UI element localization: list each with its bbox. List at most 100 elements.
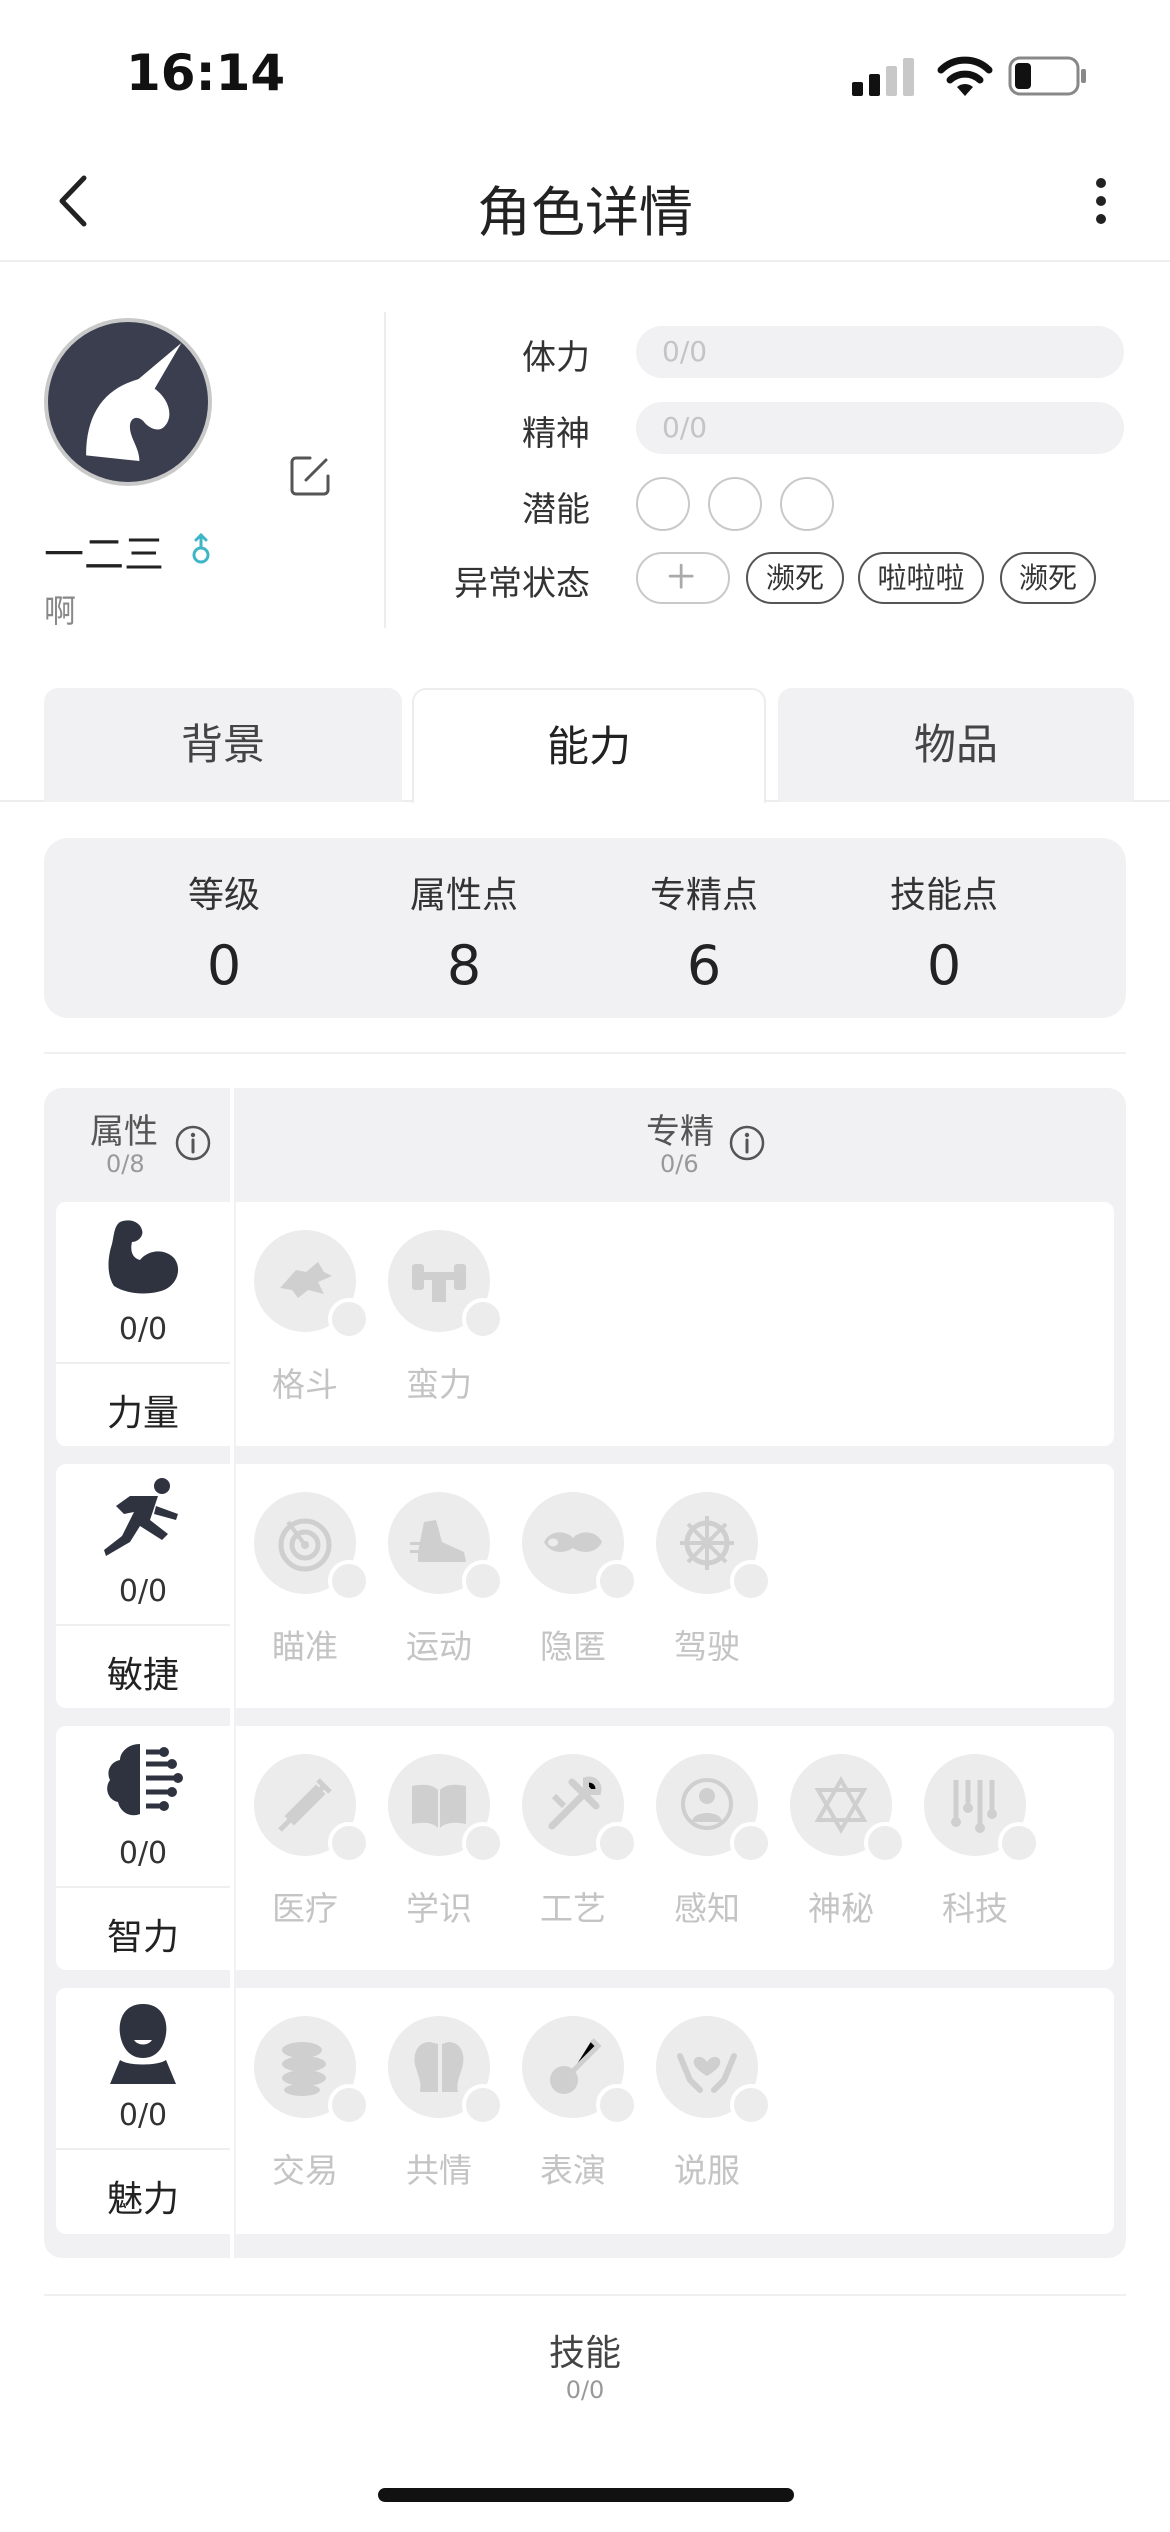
attribute-strength[interactable]: 0/0 力量 [56, 1202, 230, 1446]
skill-label: 驾驶 [674, 1627, 740, 1666]
skill-points-label: 技能点 [889, 875, 998, 916]
steering-wheel-icon [680, 1516, 734, 1570]
attribute-points-value: 8 [446, 934, 482, 997]
skill-fighting[interactable]: 格斗 [250, 1230, 370, 1404]
attribute-info-icon[interactable] [174, 1124, 212, 1162]
attribute-charisma[interactable]: 0/0 魅力 [56, 1988, 230, 2234]
level-value: 0 [206, 934, 242, 997]
avatar[interactable] [44, 318, 212, 486]
battery-icon [1008, 56, 1086, 96]
mask-icon [544, 1532, 602, 1552]
skill-athletics[interactable]: 运动 [384, 1492, 504, 1666]
tab-items[interactable]: 物品 [778, 688, 1134, 802]
intelligence-label: 智力 [106, 1917, 179, 1958]
syringe-icon [278, 1778, 332, 1832]
nav-bar: 角色详情 [0, 140, 1170, 262]
attribute-agility[interactable]: 0/0 敏捷 [56, 1464, 230, 1708]
muscle-icon [108, 1220, 179, 1294]
tab-background[interactable]: 背景 [44, 688, 402, 802]
spirit-label: 精神 [522, 414, 590, 454]
status-tag[interactable]: 啦啦啦 [858, 552, 984, 604]
strength-specialties: 格斗 蛮力 [236, 1202, 1114, 1446]
attribute-points-stat: 属性点 8 [374, 866, 554, 997]
skill-label: 工艺 [540, 1889, 606, 1928]
agility-specialties: 瞄准 运动 隐匿 驾驶 [236, 1464, 1114, 1708]
skill-brute-force[interactable]: 蛮力 [384, 1230, 504, 1404]
skill-label: 说服 [674, 2151, 740, 2190]
skill-craft[interactable]: 工艺 [518, 1754, 638, 1928]
more-options-icon[interactable] [1080, 164, 1124, 238]
skill-knowledge[interactable]: 学识 [384, 1754, 504, 1928]
runner-icon [104, 1478, 178, 1556]
charisma-value: 0/0 [118, 2098, 168, 2133]
heart-hands-icon [677, 2053, 737, 2093]
skill-empathy[interactable]: 共情 [384, 2016, 504, 2190]
page-title: 角色详情 [477, 181, 693, 244]
row-divider [56, 1362, 230, 1364]
add-status-button[interactable] [636, 552, 730, 604]
level-label: 等级 [187, 875, 260, 916]
unicorn-icon [86, 342, 182, 462]
intelligence-value: 0/0 [118, 1836, 168, 1871]
potential-label: 潜能 [522, 490, 590, 530]
attribute-grid: 属性 0/8 专精 0/6 0/0 力量 格斗 蛮力 0/0 敏捷 瞄准 运动 … [44, 1088, 1126, 2258]
section-divider [44, 2294, 1126, 2296]
character-description: 啊 [44, 592, 77, 630]
skill-label: 交易 [272, 2151, 338, 2190]
skills-section-title: 技能 [548, 2333, 621, 2374]
perception-icon [681, 1778, 733, 1830]
attribute-points-label: 属性点 [409, 875, 518, 916]
skill-performance[interactable]: 表演 [518, 2016, 638, 2190]
attribute-header-count: 0/8 [106, 1150, 145, 1178]
skill-driving[interactable]: 驾驶 [652, 1492, 772, 1666]
tab-abilities[interactable]: 能力 [412, 688, 766, 804]
strength-label: 力量 [106, 1393, 179, 1434]
specialty-info-icon[interactable] [728, 1124, 766, 1162]
skill-perception[interactable]: 感知 [652, 1754, 772, 1928]
charisma-label: 魅力 [106, 2179, 179, 2220]
lute-icon [550, 2038, 602, 2094]
skill-mysticism[interactable]: 神秘 [786, 1754, 906, 1928]
potential-slot[interactable] [636, 477, 690, 531]
edit-icon[interactable] [288, 454, 332, 498]
agility-value: 0/0 [118, 1574, 168, 1609]
status-effects-label: 异常状态 [454, 564, 590, 604]
skill-label: 瞄准 [272, 1627, 338, 1666]
skill-technology[interactable]: 科技 [920, 1754, 1040, 1928]
skill-persuasion[interactable]: 说服 [652, 2016, 772, 2190]
male-gender-icon [192, 532, 210, 564]
specialty-header-count: 0/6 [660, 1150, 699, 1178]
potential-slot[interactable] [780, 477, 834, 531]
attribute-intelligence[interactable]: 0/0 智力 [56, 1726, 230, 1970]
status-tag[interactable]: 濒死 [746, 552, 844, 604]
agility-label: 敏捷 [106, 1655, 179, 1696]
cellular-signal-icon [852, 56, 916, 96]
potential-slot[interactable] [708, 477, 762, 531]
tools-icon [548, 1776, 602, 1830]
skill-label: 学识 [406, 1889, 472, 1928]
skill-label: 感知 [674, 1889, 740, 1928]
weightlift-icon [412, 1264, 466, 1302]
skill-label: 运动 [406, 1627, 472, 1666]
status-tag[interactable]: 濒死 [1000, 552, 1096, 604]
status-bar: 16:14 [0, 0, 1170, 140]
skill-aim[interactable]: 瞄准 [250, 1492, 370, 1666]
skill-points-value: 0 [926, 934, 962, 997]
empathy-icon [414, 2042, 464, 2092]
skill-trade[interactable]: 交易 [250, 2016, 370, 2190]
skill-medicine[interactable]: 医疗 [250, 1754, 370, 1928]
coins-icon [282, 2042, 326, 2096]
points-summary: 等级 0 属性点 8 专精点 6 技能点 0 [44, 838, 1126, 1018]
specialty-points-value: 6 [686, 934, 722, 997]
skill-label: 隐匿 [540, 1627, 606, 1666]
face-icon [110, 2004, 176, 2084]
row-divider [56, 2148, 230, 2150]
plus-icon [668, 563, 694, 589]
skill-stealth[interactable]: 隐匿 [518, 1492, 638, 1666]
skill-label: 表演 [540, 2151, 606, 2190]
specialty-header-title: 专精 [646, 1112, 714, 1152]
target-icon [278, 1518, 332, 1572]
home-indicator[interactable] [378, 2488, 794, 2502]
skill-label: 格斗 [272, 1365, 338, 1404]
skill-label: 蛮力 [406, 1365, 472, 1404]
